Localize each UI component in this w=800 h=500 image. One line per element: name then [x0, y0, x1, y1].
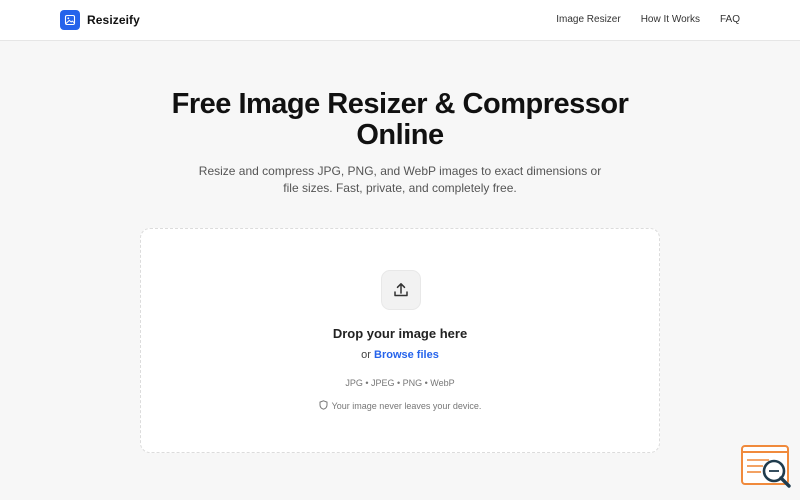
- brand-name: Resizeify: [87, 13, 140, 27]
- site-header: Resizeify Image Resizer How It Works FAQ: [0, 0, 800, 41]
- dropzone-browse-line: or Browse files: [141, 349, 659, 361]
- search-widget-icon[interactable]: [741, 444, 793, 490]
- nav-link-how-it-works[interactable]: How It Works: [641, 14, 700, 25]
- image-icon: [60, 10, 80, 30]
- page-subtitle: Resize and compress JPG, PNG, and WebP i…: [198, 164, 602, 195]
- nav-link-image-resizer[interactable]: Image Resizer: [556, 14, 620, 25]
- image-dropzone[interactable]: Drop your image here or Browse files JPG…: [140, 228, 660, 453]
- main-nav: Image Resizer How It Works FAQ: [556, 14, 740, 25]
- or-text: or: [361, 349, 371, 361]
- dropzone-title: Drop your image here: [332, 326, 468, 341]
- privacy-text: Your image never leaves your device.: [331, 401, 482, 411]
- brand-logo-link[interactable]: Resizeify: [60, 10, 140, 30]
- upload-icon: [381, 270, 421, 310]
- privacy-note: Your image never leaves your device.: [141, 400, 659, 412]
- supported-formats: JPG • JPEG • PNG • WebP: [345, 378, 455, 388]
- shield-icon: [319, 400, 328, 412]
- nav-link-faq[interactable]: FAQ: [720, 14, 740, 25]
- page-title: Free Image Resizer & Compressor Online: [171, 88, 629, 151]
- browse-files-link[interactable]: Browse files: [374, 349, 439, 361]
